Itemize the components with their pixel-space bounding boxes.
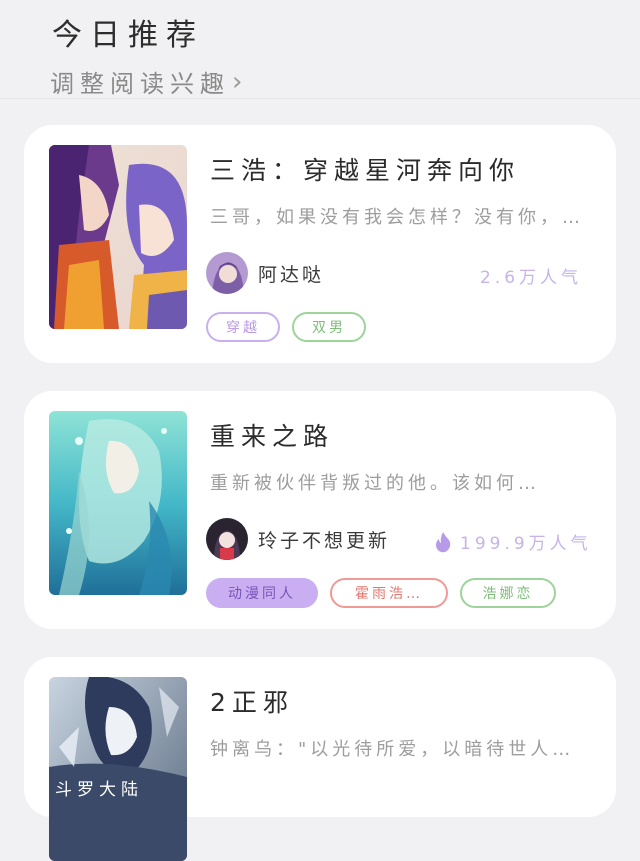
page-title: 今日推荐 xyxy=(52,18,204,53)
avatar xyxy=(206,252,248,294)
tag-list: 动漫同人 霍雨浩… 浩娜恋 xyxy=(206,578,556,608)
book-title: 三浩：穿越星河奔向你 xyxy=(210,156,521,185)
author-name: 阿达哒 xyxy=(258,263,325,286)
adjust-interest-link[interactable]: 调整阅读兴趣 › xyxy=(50,64,242,99)
chevron-right-icon: › xyxy=(232,66,243,97)
tag-chip[interactable]: 浩娜恋 xyxy=(460,578,556,608)
tag-chip[interactable]: 霍雨浩… xyxy=(330,578,448,608)
book-card[interactable]: 斗罗大陆 2正邪 钟离乌："以光待所爱，以暗待世人… xyxy=(24,657,616,861)
book-cover[interactable] xyxy=(49,145,187,329)
tag-chip[interactable]: 穿越 xyxy=(206,312,280,342)
page-header: 今日推荐 调整阅读兴趣 › xyxy=(0,0,640,99)
avatar xyxy=(206,518,248,560)
book-card[interactable]: 三浩：穿越星河奔向你 三哥，如果没有我会怎样？没有你，… 阿达哒 2.6万人气 … xyxy=(24,125,616,363)
fire-icon xyxy=(436,531,451,552)
book-title: 重来之路 xyxy=(210,422,335,451)
book-description: 重新被伙伴背叛过的他。该如何… xyxy=(210,473,540,494)
popularity-count: 199.9万人气 xyxy=(434,529,592,554)
popularity-count: 2.6万人气 xyxy=(480,268,583,288)
author-row[interactable]: 玲子不想更新 xyxy=(206,517,390,561)
tag-chip[interactable]: 动漫同人 xyxy=(206,578,318,608)
book-title: 2正邪 xyxy=(210,688,294,717)
book-cover[interactable]: 斗罗大陆 xyxy=(49,677,187,861)
book-card[interactable]: 重来之路 重新被伙伴背叛过的他。该如何… 玲子不想更新 199.9万人气 动漫同… xyxy=(24,391,616,629)
author-row[interactable]: 阿达哒 xyxy=(206,251,324,295)
tag-list: 穿越 双男 xyxy=(206,312,366,342)
author-name: 玲子不想更新 xyxy=(258,529,391,552)
cover-title: 斗罗大陆 xyxy=(55,780,143,800)
book-cover[interactable] xyxy=(49,411,187,595)
book-description: 三哥，如果没有我会怎样？没有你，… xyxy=(210,207,584,228)
book-description: 钟离乌："以光待所爱，以暗待世人… xyxy=(210,739,575,760)
adjust-interest-label: 调整阅读兴趣 xyxy=(50,70,230,98)
tag-chip[interactable]: 双男 xyxy=(292,312,366,342)
